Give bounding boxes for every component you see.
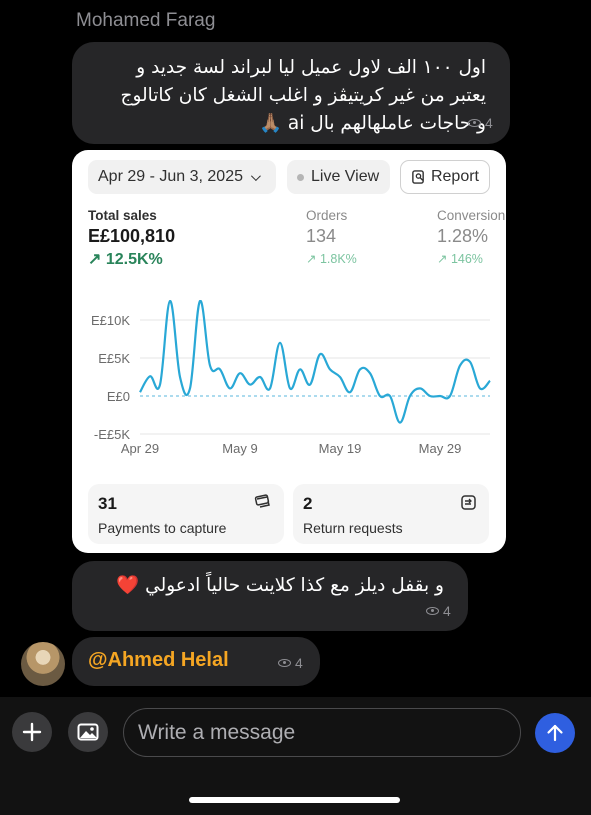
metric-value: 134	[306, 226, 337, 246]
metric-label: Orders	[306, 208, 348, 223]
y-tick-label: E£10K	[91, 313, 130, 328]
metric-label: Conversion	[437, 208, 506, 223]
view-count: 4	[278, 655, 303, 671]
x-tick-label: May 9	[222, 441, 257, 456]
credit-card-icon	[254, 494, 270, 508]
chevron-down-icon	[250, 170, 261, 181]
view-count: 4	[468, 115, 493, 131]
eye-icon	[468, 119, 481, 127]
y-tick-label: E£0	[107, 389, 130, 404]
x-tick-label: May 29	[419, 441, 462, 456]
message-bubble[interactable]: اول ١٠٠ الف لاول عميل ليا لبراند لسة جدي…	[72, 42, 510, 144]
metric-value: 1.28%	[437, 226, 489, 246]
y-tick-label: E£5K	[98, 351, 130, 366]
send-button[interactable]	[535, 713, 575, 753]
message-line: يعتبر من غير كريتيڤز و اغلب الشغل كان كا…	[120, 85, 487, 106]
metric-value: E£100,810	[88, 226, 176, 246]
metric-orders[interactable]: Orders 134 ↗ 1.8K%	[306, 208, 357, 266]
message-text: اول ١٠٠ الف لاول عميل ليا لبراند لسة جدي…	[86, 54, 487, 138]
tile-count: 2	[303, 494, 313, 513]
tile-return-requests[interactable]: 2 Return requests	[293, 484, 489, 544]
plus-icon	[22, 722, 42, 742]
eye-icon	[278, 659, 291, 667]
add-attachment-button[interactable]	[12, 712, 52, 752]
sales-series-line	[139, 300, 491, 424]
metric-label: Total sales	[88, 208, 157, 223]
eye-icon	[426, 607, 439, 615]
arrow-up-icon	[547, 724, 563, 742]
message-line: اول ١٠٠ الف لاول عميل ليا لبراند لسة جدي…	[136, 57, 486, 78]
live-view-label: Live View	[311, 168, 380, 185]
date-range-button[interactable]: Apr 29 - Jun 3, 2025	[88, 160, 276, 194]
metric-change: ↗ 146%	[437, 252, 483, 266]
view-count: 4	[426, 603, 451, 619]
image-icon	[77, 723, 99, 741]
mention-bubble[interactable]: @Ahmed Helal 4	[72, 637, 320, 686]
mention-link[interactable]: @Ahmed Helal	[88, 649, 229, 672]
metric-total-sales[interactable]: Total sales E£100,810 ↗ 12.5K%	[88, 208, 175, 269]
view-count-value: 4	[485, 115, 493, 131]
photo-button[interactable]	[68, 712, 108, 752]
avatar[interactable]	[21, 642, 65, 686]
sender-name: Mohamed Farag	[76, 10, 216, 31]
report-icon	[412, 170, 424, 184]
y-tick-label: -E£5K	[94, 427, 130, 442]
message-text: و بقفل ديلز مع كذا كلاينت حالياً ادعولي …	[116, 575, 444, 596]
message-input[interactable]	[123, 708, 521, 757]
message-bubble[interactable]: و بقفل ديلز مع كذا كلاينت حالياً ادعولي …	[72, 561, 468, 631]
x-tick-label: May 19	[319, 441, 362, 456]
live-view-button[interactable]: Live View	[287, 160, 390, 194]
metric-change: ↗ 12.5K%	[88, 251, 163, 268]
message-line: و حاجات عاملهالهم بال ai 🙏🏽	[258, 113, 486, 134]
analytics-screenshot[interactable]: Apr 29 - Jun 3, 2025 Live View Report To…	[72, 150, 506, 553]
tile-count: 31	[98, 494, 117, 513]
view-count-value: 4	[443, 603, 451, 619]
metric-conversion[interactable]: Conversion 1.28% ↗ 146%	[437, 208, 505, 266]
view-count-value: 4	[295, 655, 303, 671]
date-range-label: Apr 29 - Jun 3, 2025	[98, 168, 243, 185]
x-tick-label: Apr 29	[121, 441, 159, 456]
sales-line-chart: E£10K E£5K E£0 -E£5KApr 29 May 9 May 19 May 29	[91, 300, 491, 456]
tile-label: Payments to capture	[98, 520, 227, 536]
live-dot-icon	[297, 173, 304, 181]
report-label: Report	[430, 168, 479, 185]
report-button[interactable]: Report	[400, 160, 490, 194]
home-indicator	[189, 797, 400, 803]
tile-payments-to-capture[interactable]: 31 Payments to capture	[88, 484, 284, 544]
tile-label: Return requests	[303, 520, 403, 536]
return-box-icon	[461, 495, 476, 510]
metric-change: ↗ 1.8K%	[306, 252, 357, 266]
